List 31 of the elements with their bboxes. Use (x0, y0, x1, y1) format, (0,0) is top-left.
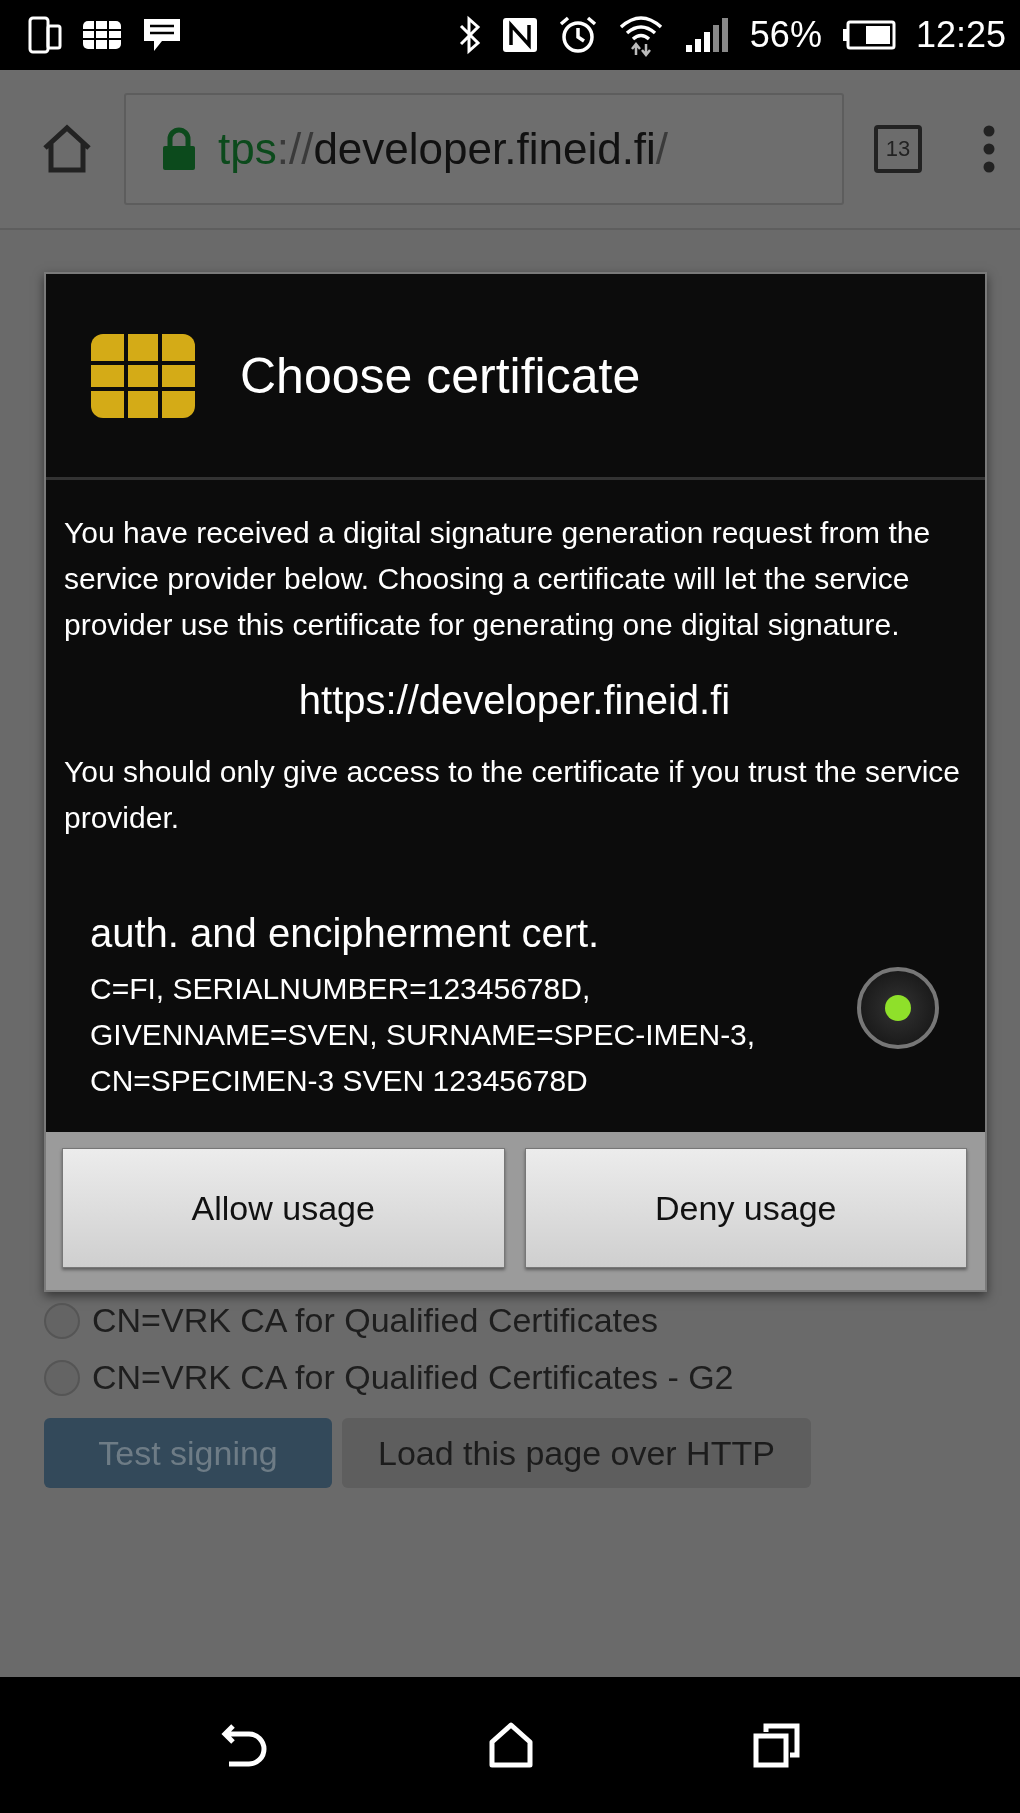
chip-card-icon (90, 332, 196, 419)
bluetooth-icon (457, 15, 482, 55)
lock-icon (162, 127, 196, 171)
url-text: tps://developer.fineid.fi/ (218, 124, 669, 174)
phone-icon (28, 16, 62, 54)
option-label: CN=VRK CA for Qualified Certificates (92, 1301, 658, 1340)
certificate-title: auth. and encipherment cert. (90, 911, 601, 956)
calendar-icon (82, 20, 122, 50)
battery-icon (841, 20, 896, 50)
dialog-button[interactable]: Allow usage (62, 1148, 505, 1268)
address-bar[interactable]: tps://developer.fineid.fi/ (124, 93, 844, 205)
dialog-title: Choose certificate (240, 346, 641, 405)
page-button[interactable]: Load this page over HTTP (342, 1418, 811, 1488)
request-message: You have received a digital signature generation request from the service provider below. Choosing a certificate will let the service provider use this certificate for generating one digital signature. (64, 515, 932, 643)
recent-apps-icon[interactable] (752, 1722, 801, 1768)
nfc-icon (501, 17, 538, 53)
service-provider-url: https://developer.fineid.fi (297, 678, 732, 723)
dialog-button[interactable]: Deny usage (524, 1148, 967, 1268)
home-icon[interactable] (488, 1722, 534, 1768)
wifi-icon (617, 13, 664, 57)
page-button[interactable]: Test signing (44, 1418, 332, 1488)
trust-warning: You should only give access to the certificate if you trust the service provider. (64, 754, 962, 836)
battery-percentage: 56% (749, 14, 822, 56)
alarm-icon (557, 15, 598, 55)
option-label: CN=VRK CA for Qualified Certificates - G2 (92, 1358, 734, 1397)
signal-icon (683, 17, 730, 53)
clock-time: 12:25 (915, 14, 1006, 56)
menu-icon[interactable] (982, 124, 996, 174)
tab-count[interactable]: 13 (874, 125, 922, 173)
message-icon (142, 17, 182, 53)
certificate-details: C=FI, SERIALNUMBER=12345678D, GIVENNAME=SVEN, SURNAME=SPEC-IMEN-3, CN=SPECIMEN-3 SVEN 12345678D (90, 971, 757, 1099)
